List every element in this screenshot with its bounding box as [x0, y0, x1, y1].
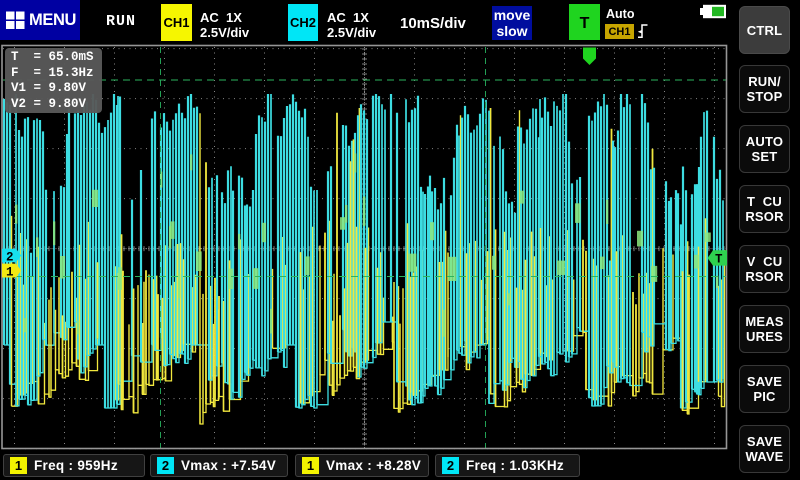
svg-text:2: 2 — [6, 250, 14, 264]
svg-text:T: T — [715, 253, 723, 267]
svg-text:1: 1 — [6, 265, 14, 279]
